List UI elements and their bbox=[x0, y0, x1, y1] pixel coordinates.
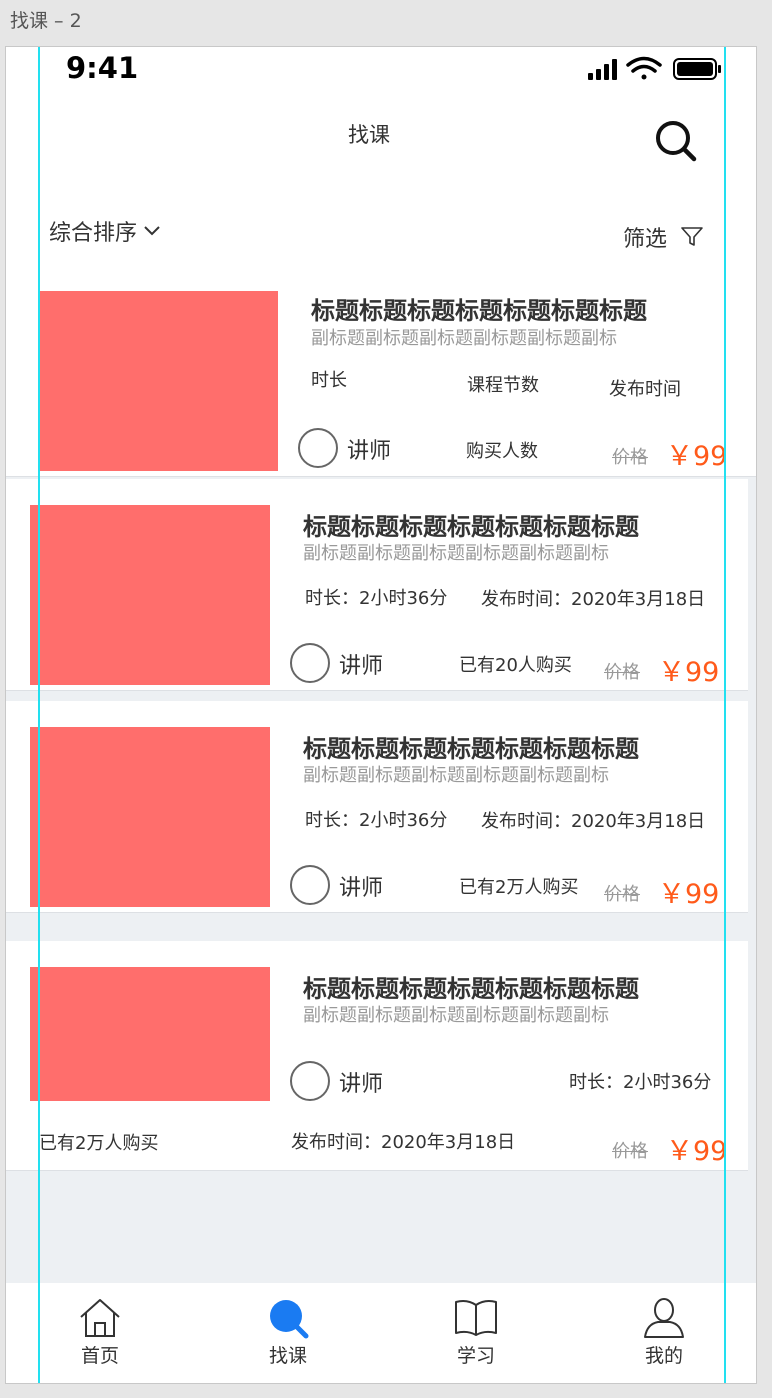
tab-label: 找课 bbox=[268, 1345, 307, 1367]
course-duration: 时长：2小时36分 bbox=[305, 810, 448, 831]
signal-icon bbox=[588, 59, 617, 80]
search-icon bbox=[270, 1300, 309, 1339]
course-card[interactable]: 标题标题标题标题标题标题标题 副标题副标题副标题副标题副标题副标 时长：2小时3… bbox=[6, 479, 748, 691]
wifi-icon bbox=[626, 56, 662, 80]
course-subtitle: 副标题副标题副标题副标题副标题副标 bbox=[303, 543, 609, 564]
course-subtitle: 副标题副标题副标题副标题副标题副标 bbox=[303, 1005, 609, 1026]
course-thumbnail bbox=[40, 291, 278, 471]
tab-study[interactable]: 学习 bbox=[436, 1297, 516, 1368]
tab-home[interactable]: 首页 bbox=[60, 1297, 140, 1368]
course-price: ￥99 bbox=[658, 657, 720, 688]
course-buyers: 已有2万人购买 bbox=[459, 877, 579, 898]
course-publish: 发布时间 bbox=[609, 379, 681, 400]
top-bar: 9:41 找课 综合排序 筛选 bbox=[6, 47, 756, 279]
course-price: ￥99 bbox=[666, 441, 728, 472]
original-price: 价格 bbox=[604, 884, 640, 905]
course-card[interactable]: 标题标题标题标题标题标题标题 副标题副标题副标题副标题副标题副标 讲师 时长：2… bbox=[6, 941, 748, 1171]
original-price: 价格 bbox=[604, 662, 640, 683]
home-icon bbox=[80, 1299, 120, 1337]
course-card[interactable]: 标题标题标题标题标题标题标题 副标题副标题副标题副标题副标题副标 时长：2小时3… bbox=[6, 701, 748, 913]
course-buyers: 已有2万人购买 bbox=[39, 1133, 159, 1154]
course-publish: 发布时间：2020年3月18日 bbox=[481, 811, 706, 832]
search-icon[interactable] bbox=[654, 119, 698, 163]
teacher-name: 讲师 bbox=[347, 439, 392, 464]
course-title: 标题标题标题标题标题标题标题 bbox=[303, 513, 639, 541]
page-title: 找课 bbox=[348, 123, 390, 147]
chevron-down-icon bbox=[144, 226, 160, 236]
avatar bbox=[290, 643, 330, 683]
book-icon bbox=[455, 1300, 497, 1336]
course-card[interactable]: 标题标题标题标题标题标题标题 副标题副标题副标题副标题副标题副标 时长 课程节数… bbox=[6, 279, 756, 477]
course-duration: 时长：2小时36分 bbox=[569, 1072, 712, 1093]
user-icon bbox=[644, 1298, 684, 1338]
course-subtitle: 副标题副标题副标题副标题副标题副标 bbox=[311, 328, 617, 349]
tab-bar: 首页 找课 学习 我的 bbox=[6, 1283, 756, 1383]
course-thumbnail bbox=[30, 727, 270, 907]
course-price: ￥99 bbox=[666, 1136, 728, 1167]
tab-profile[interactable]: 我的 bbox=[624, 1297, 704, 1368]
battery-icon bbox=[673, 58, 721, 80]
course-title: 标题标题标题标题标题标题标题 bbox=[311, 297, 647, 325]
filter-button[interactable]: 筛选 bbox=[623, 221, 703, 253]
course-price: ￥99 bbox=[658, 879, 720, 910]
tab-label: 我的 bbox=[644, 1345, 683, 1367]
tab-label: 学习 bbox=[456, 1345, 495, 1367]
tab-label: 首页 bbox=[80, 1345, 119, 1367]
course-duration: 时长 bbox=[311, 370, 347, 391]
teacher-name: 讲师 bbox=[339, 876, 384, 901]
course-title: 标题标题标题标题标题标题标题 bbox=[303, 975, 639, 1003]
sort-dropdown[interactable]: 综合排序 bbox=[49, 215, 161, 247]
tab-find-course[interactable]: 找课 bbox=[248, 1297, 328, 1368]
course-buyers: 已有20人购买 bbox=[459, 655, 572, 676]
avatar bbox=[290, 1061, 330, 1101]
status-icons bbox=[588, 56, 721, 80]
layout-guide-left bbox=[38, 47, 40, 1383]
layout-guide-right bbox=[724, 47, 726, 1383]
filter-label: 筛选 bbox=[623, 227, 668, 252]
avatar bbox=[290, 865, 330, 905]
phone-screen: 9:41 找课 综合排序 筛选 标题标题标题标题标题标题标题 副标题副标题副标题… bbox=[5, 46, 757, 1384]
course-lessons: 课程节数 bbox=[467, 375, 539, 396]
avatar bbox=[298, 428, 338, 468]
teacher-name: 讲师 bbox=[339, 1072, 384, 1097]
original-price: 价格 bbox=[612, 1141, 648, 1162]
course-thumbnail bbox=[30, 505, 270, 685]
artboard-title: 找课 – 2 bbox=[10, 10, 82, 32]
course-title: 标题标题标题标题标题标题标题 bbox=[303, 735, 639, 763]
course-subtitle: 副标题副标题副标题副标题副标题副标 bbox=[303, 765, 609, 786]
sort-label: 综合排序 bbox=[49, 221, 138, 246]
status-time: 9:41 bbox=[66, 51, 139, 85]
filter-icon bbox=[681, 227, 703, 246]
course-buyers: 购买人数 bbox=[466, 441, 538, 462]
course-thumbnail bbox=[30, 967, 270, 1101]
course-publish: 发布时间：2020年3月18日 bbox=[481, 589, 706, 610]
course-duration: 时长：2小时36分 bbox=[305, 588, 448, 609]
teacher-name: 讲师 bbox=[339, 654, 384, 679]
course-publish: 发布时间：2020年3月18日 bbox=[291, 1132, 516, 1153]
original-price: 价格 bbox=[612, 447, 648, 468]
